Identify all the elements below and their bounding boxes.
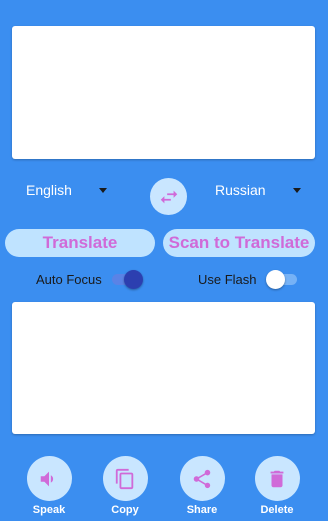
auto-focus-label: Auto Focus <box>36 271 102 287</box>
chevron-down-icon <box>98 187 107 193</box>
use-flash-row: Use Flash <box>198 268 297 290</box>
auto-focus-switch[interactable] <box>111 269 143 289</box>
swap-icon <box>160 190 177 203</box>
source-language-label: English <box>26 182 72 198</box>
switch-knob <box>265 270 285 289</box>
share-label: Share <box>186 504 218 516</box>
auto-focus-row: Auto Focus <box>36 268 143 290</box>
copy-circle[interactable] <box>102 456 148 501</box>
target-language-label: Russian <box>215 182 266 198</box>
scan-to-translate-button[interactable]: Scan to Translate <box>163 229 315 257</box>
copy-label: Copy <box>111 504 139 516</box>
switch-knob <box>123 270 143 289</box>
translate-button[interactable]: Translate <box>5 229 155 257</box>
swap-languages-button[interactable] <box>150 178 187 215</box>
use-flash-switch[interactable] <box>265 269 297 289</box>
speaker-icon <box>40 471 54 486</box>
trash-icon <box>270 470 284 487</box>
source-text-area[interactable] <box>12 26 315 159</box>
translated-text-area <box>12 302 315 434</box>
delete-label: Delete <box>260 504 294 516</box>
share-button[interactable]: Share <box>172 456 232 516</box>
share-circle[interactable] <box>179 456 225 501</box>
copy-button[interactable]: Copy <box>95 456 155 516</box>
target-language-dropdown[interactable]: Russian <box>215 178 301 202</box>
delete-button[interactable]: Delete <box>247 456 307 516</box>
source-language-dropdown[interactable]: English <box>26 178 107 202</box>
share-icon <box>193 469 211 488</box>
use-flash-label: Use Flash <box>198 271 257 287</box>
speak-button[interactable]: Speak <box>19 456 79 516</box>
speak-label: Speak <box>32 504 66 516</box>
chevron-down-icon <box>292 187 301 193</box>
delete-circle[interactable] <box>254 456 300 501</box>
copy-icon <box>115 468 134 489</box>
speak-circle[interactable] <box>26 456 72 501</box>
